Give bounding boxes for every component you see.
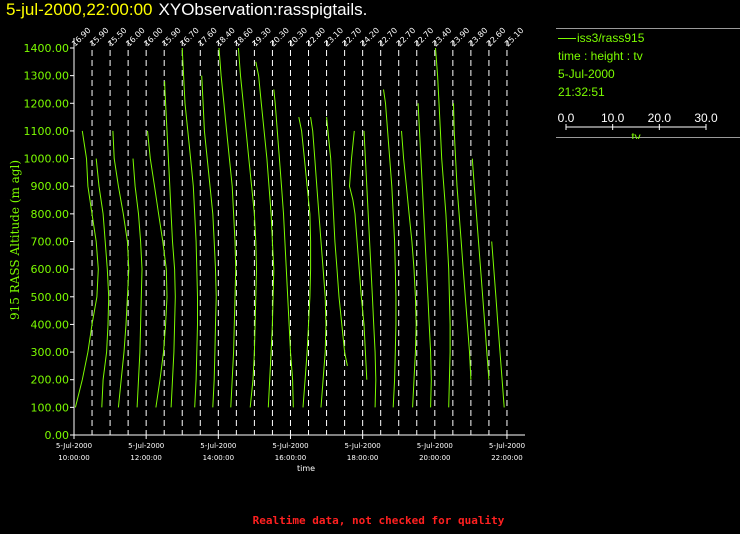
profile-surface-label: 22.70 [341, 26, 364, 49]
y-tick-label: 900.00 [31, 180, 70, 193]
tv-profile-line [383, 89, 397, 408]
legend-scale-label: 20.0 [648, 111, 672, 125]
profile-surface-label: 15.90 [88, 26, 111, 49]
profile-surface-label: 23.90 [449, 26, 472, 49]
y-tick-label: 1200.00 [24, 97, 70, 110]
tv-profile-line [255, 61, 275, 408]
x-tick-date: 5-Jul-2000 [345, 442, 381, 450]
tv-profile-line [164, 81, 176, 408]
x-tick-date: 5-Jul-2000 [489, 442, 525, 450]
profile-surface-label: 16.00 [142, 26, 165, 49]
tv-profile-line [132, 158, 143, 408]
x-tick-clock: 10:00:00 [58, 454, 89, 462]
profile-surface-label: 23.40 [431, 26, 454, 49]
profile-surface-label: 16.90 [70, 26, 93, 49]
x-tick-date: 5-Jul-2000 [417, 442, 453, 450]
profile-surface-label: 15.90 [160, 26, 183, 49]
y-tick-label: 200.00 [31, 374, 70, 387]
profile-surface-label: 20.30 [287, 26, 310, 49]
x-tick-date: 5-Jul-2000 [56, 442, 92, 450]
y-tick-label: 1000.00 [24, 153, 70, 166]
y-tick-label: 1300.00 [24, 70, 70, 83]
tv-profile-line [401, 130, 417, 408]
tv-profile-line [74, 130, 99, 408]
tv-profile-line [310, 117, 327, 408]
profile-surface-label: 22.70 [413, 26, 436, 49]
profile-surface-label: 22.70 [395, 26, 418, 49]
x-tick-clock: 12:00:00 [130, 454, 161, 462]
profile-surface-labels: 16.9015.9015.5016.0016.0015.9016.7017.60… [70, 26, 526, 49]
tv-profile-line [453, 103, 472, 380]
x-axis-label: time [297, 464, 315, 473]
y-tick-label: 300.00 [31, 346, 70, 359]
y-tick-label: 0.00 [45, 429, 70, 442]
x-tick-clock: 18:00:00 [347, 454, 378, 462]
tv-profile-line [237, 47, 258, 408]
quality-warning: Realtime data, not checked for quality [252, 514, 505, 527]
x-tick-clock: 16:00:00 [275, 454, 306, 462]
y-tick-label: 1100.00 [24, 125, 70, 138]
legend-series-name: iss3/rass915 [577, 31, 645, 45]
profile-surface-label: 23.10 [323, 26, 346, 49]
y-tick-label: 100.00 [31, 401, 70, 414]
y-tick-label: 600.00 [31, 263, 70, 276]
legend-time: 21:32:51 [558, 85, 605, 99]
profile-surface-label: 16.00 [124, 26, 147, 49]
tv-profile-line [201, 75, 217, 408]
tv-profile-line [181, 47, 198, 408]
tv-profile-line [471, 158, 490, 380]
y-tick-label: 800.00 [31, 208, 70, 221]
profile-surface-label: 16.70 [178, 26, 201, 49]
profile-surface-label: 19.30 [250, 26, 273, 49]
tv-profile-line [417, 103, 432, 408]
legend-date: 5-Jul-2000 [558, 67, 615, 81]
profile-surface-label: 22.70 [377, 26, 400, 49]
x-tick-clock: 14:00:00 [203, 454, 234, 462]
legend-scale-title: tv [631, 130, 640, 139]
y-tick-label: 700.00 [31, 236, 70, 249]
x-tick-date: 5-Jul-2000 [272, 442, 308, 450]
legend-mode: time : height : tv [558, 49, 643, 63]
legend-scale-label: 0.0 [558, 111, 575, 125]
profile-surface-label: 18.60 [232, 26, 255, 49]
tv-profile-line [491, 241, 505, 408]
legend-panel: iss3/rass915 time : height : tv 5-Jul-20… [556, 28, 740, 139]
tv-profiles [74, 47, 505, 408]
tv-profile-line [435, 47, 451, 408]
profile-surface-label: 15.50 [106, 26, 129, 49]
legend-scale-label: 10.0 [601, 111, 625, 125]
profile-surface-label: 17.60 [196, 26, 219, 49]
x-tick-date: 5-Jul-2000 [200, 442, 236, 450]
legend-bottom-rule [556, 137, 740, 138]
chart-axes: 0.00 100.00 200.00 300.00 400.00 500.00 600.00… [24, 38, 525, 462]
x-tick-clock: 22:00:00 [491, 454, 522, 462]
x-tick-clock: 20:00:00 [419, 454, 450, 462]
y-tick-label: 400.00 [31, 318, 70, 331]
tv-profile-line [218, 47, 237, 408]
profile-surface-label: 24.20 [359, 26, 382, 49]
profile-surface-label: 20.30 [268, 26, 291, 49]
profile-surface-label: 22.80 [305, 26, 328, 49]
profile-surface-label: 23.80 [467, 26, 490, 49]
x-tick-date: 5-Jul-2000 [128, 442, 164, 450]
tv-profile-line [348, 130, 368, 380]
tv-profile-line [112, 130, 130, 408]
legend-series: iss3/rass915 [556, 29, 740, 47]
y-axis-label: 915 RASS Altitude (m agl) [8, 160, 22, 320]
profile-surface-label: 25.10 [503, 26, 526, 49]
profile-surface-label: 22.60 [485, 26, 508, 49]
tv-profile-line [273, 89, 294, 408]
y-tick-label: 1400.00 [24, 42, 70, 55]
legend-scale: 0.0 10.0 20.0 30.0 tv [558, 111, 718, 139]
profile-surface-label: 18.40 [214, 26, 237, 49]
legend-line-swatch [558, 38, 576, 40]
y-tick-label: 500.00 [31, 291, 70, 304]
legend-scale-label: 30.0 [694, 111, 718, 125]
